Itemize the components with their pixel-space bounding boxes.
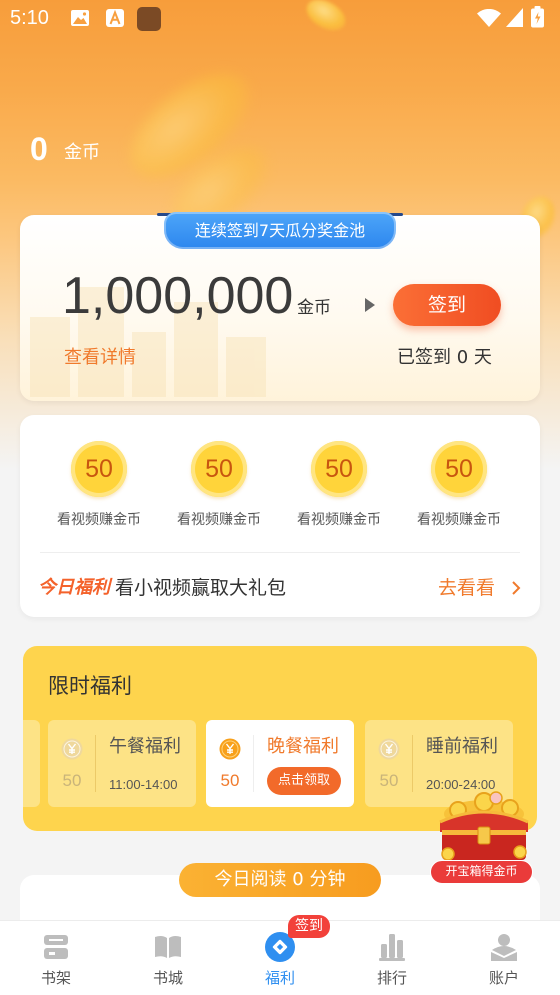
nav-label: 书架 bbox=[40, 969, 71, 987]
nav-label: 福利 bbox=[264, 969, 295, 987]
treasure-box-label: 开宝箱得金币 bbox=[430, 860, 533, 884]
slot-divider bbox=[253, 735, 254, 792]
prize-pool-amount: 1,000,000 bbox=[62, 267, 294, 325]
limited-welfare-title: 限时福利 bbox=[48, 674, 132, 698]
video-task-label: 看视频赚金币 bbox=[417, 512, 501, 528]
ranking-icon bbox=[379, 934, 405, 961]
slot-divider bbox=[412, 735, 413, 792]
checkin-card: 连续签到7天瓜分奖金池 1,000,000 金币 签到 查看详情 已签到 0 天 bbox=[20, 212, 540, 401]
nav-item-bookshelf[interactable]: 书架 bbox=[0, 921, 112, 995]
coin-reward-icon: 50 bbox=[311, 441, 367, 497]
coin-icon bbox=[61, 738, 83, 760]
app-icon bbox=[137, 7, 161, 35]
today-welfare-tag: 今日福利 bbox=[38, 577, 110, 598]
treasure-chest-icon bbox=[439, 791, 529, 861]
claim-button[interactable]: 点击领取 bbox=[267, 767, 341, 795]
status-bar: 5:10 bbox=[0, 0, 560, 36]
video-task-item[interactable]: 50 看视频赚金币 bbox=[399, 441, 519, 541]
signal-icon bbox=[506, 8, 523, 31]
welfare-slot-lunch[interactable]: 50 午餐福利 11:00-14:00 bbox=[48, 720, 196, 807]
nav-label: 书城 bbox=[152, 969, 183, 987]
slot-time: 11:00-14:00 bbox=[109, 777, 178, 792]
video-task-label: 看视频赚金币 bbox=[177, 512, 261, 528]
coin-reward-icon: 50 bbox=[191, 441, 247, 497]
nav-item-bookstore[interactable]: 书城 bbox=[112, 921, 224, 995]
book-icon bbox=[155, 935, 181, 958]
slot-name: 晚餐福利 bbox=[267, 736, 339, 757]
slot-coin-amount: 50 bbox=[62, 771, 82, 790]
checkin-badge[interactable]: 签到 bbox=[288, 915, 330, 938]
font-icon bbox=[106, 9, 124, 31]
go-see-link[interactable]: 去看看 bbox=[438, 575, 495, 601]
checkin-button[interactable]: 签到 bbox=[393, 284, 501, 326]
nav-label: 账户 bbox=[488, 969, 519, 987]
slot-divider bbox=[95, 735, 96, 792]
checkin-streak-banner: 连续签到7天瓜分奖金池 bbox=[164, 212, 396, 249]
checked-days-text: 已签到 0 天 bbox=[397, 347, 492, 368]
coin-reward-icon: 50 bbox=[431, 441, 487, 497]
bookshelf-icon bbox=[44, 935, 68, 959]
welfare-slot-dinner[interactable]: 50 晚餐福利 点击领取 bbox=[206, 720, 354, 807]
bottom-nav: 书架 书城 福利 排行 账户 bbox=[0, 920, 560, 995]
play-arrow-icon bbox=[365, 298, 375, 312]
nav-item-ranking[interactable]: 排行 bbox=[336, 921, 448, 995]
divider bbox=[40, 552, 520, 553]
slot-name: 午餐福利 bbox=[109, 736, 181, 757]
coin-icon bbox=[378, 738, 400, 760]
nav-label: 排行 bbox=[376, 969, 407, 987]
video-task-item[interactable]: 50 看视频赚金币 bbox=[159, 441, 279, 541]
video-task-label: 看视频赚金币 bbox=[297, 512, 381, 528]
account-icon bbox=[491, 934, 517, 961]
coin-reward-icon: 50 bbox=[71, 441, 127, 497]
status-time: 5:10 bbox=[10, 7, 49, 29]
treasure-box[interactable]: 开宝箱得金币 bbox=[428, 790, 540, 885]
slot-coin-amount: 50 bbox=[220, 771, 240, 790]
battery-icon bbox=[530, 6, 545, 32]
coin-balance-count: 0 bbox=[30, 131, 48, 167]
slot-name: 睡前福利 bbox=[426, 736, 498, 757]
today-reading-pill: 今日阅读 0 分钟 bbox=[179, 863, 381, 897]
welfare-slot-partial[interactable] bbox=[23, 720, 40, 807]
wifi-icon bbox=[477, 8, 501, 31]
prize-pool-unit: 金币 bbox=[297, 298, 331, 318]
gallery-icon bbox=[70, 9, 90, 31]
view-details-link[interactable]: 查看详情 bbox=[64, 346, 136, 370]
chevron-right-icon[interactable] bbox=[511, 580, 521, 600]
nav-item-account[interactable]: 账户 bbox=[448, 921, 560, 995]
slot-coin-amount: 50 bbox=[379, 771, 399, 790]
video-task-item[interactable]: 50 看视频赚金币 bbox=[39, 441, 159, 541]
video-task-item[interactable]: 50 看视频赚金币 bbox=[279, 441, 399, 541]
promo-text: 看小视频赢取大礼包 bbox=[115, 577, 287, 599]
coin-balance-unit: 金币 bbox=[64, 142, 100, 163]
video-task-label: 看视频赚金币 bbox=[57, 512, 141, 528]
coin-icon bbox=[219, 738, 241, 760]
video-tasks-card: 50 看视频赚金币 50 看视频赚金币 50 看视频赚金币 50 看视频赚金币 … bbox=[20, 415, 540, 617]
